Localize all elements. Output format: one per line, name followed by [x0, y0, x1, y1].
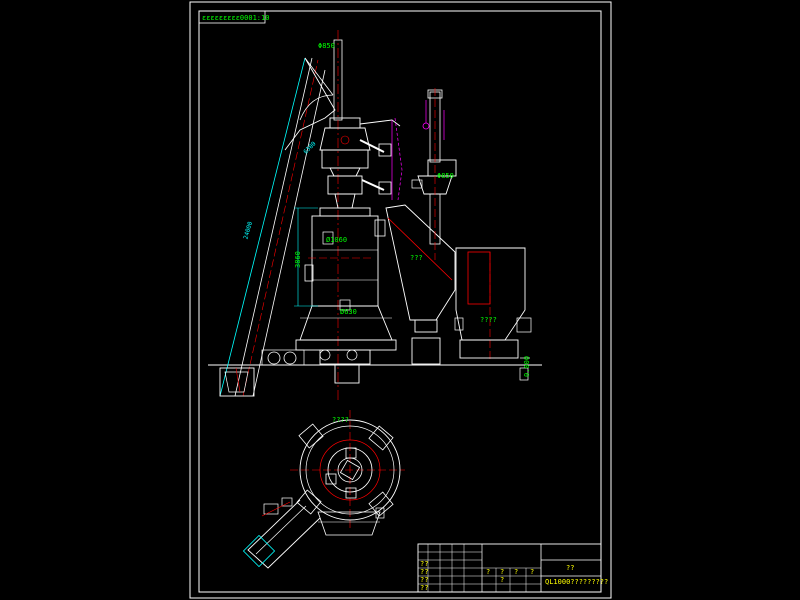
hopper-mid-label: ??? [410, 254, 423, 262]
title-row-label-1: ?? [420, 560, 428, 568]
title-mid-cell-3: ? [514, 568, 518, 576]
title-mid-cell-5: ? [500, 576, 504, 584]
pipe-right-label: Φ850 [437, 172, 454, 180]
title-row-label-3: ?? [420, 576, 428, 584]
title-cell: ?? [566, 564, 574, 572]
ground-level-label: 0.000 [523, 356, 531, 377]
silo [454, 247, 532, 360]
plan-view [242, 410, 405, 569]
title-row-label-2: ?? [420, 568, 428, 576]
title-row-label-4: ?? [420, 584, 428, 592]
mill-body [294, 207, 397, 384]
outer-frame [189, 1, 612, 599]
silo-label: ???? [480, 316, 497, 324]
ground-level-marker: 0.000 [519, 356, 531, 381]
conveyor-long-label: 24000 [242, 220, 254, 240]
cad-drawing-canvas: ɛɛɛɛɛɛɛɛɛ0001:10 0.000 24000 6300 Φ850 Ø… [189, 1, 612, 599]
conveyor-mid-label: 6300 [302, 140, 317, 155]
inclined-conveyor [219, 57, 336, 397]
title-mid-cell-2: ? [500, 568, 504, 576]
drawing-number: QL1000????????? [545, 578, 608, 586]
top-pipe-label: Φ850 [318, 42, 335, 50]
mill-base-label: Ø630 [340, 308, 357, 316]
mill-body-label: Ø1060 [326, 236, 347, 244]
title-mid-cell-1: ? [486, 568, 490, 576]
title-mid-cell-4: ? [530, 568, 534, 576]
plan-top-label: ???? [332, 416, 349, 424]
classifier-head [319, 117, 403, 209]
top-pipe [333, 30, 343, 400]
inner-frame [198, 10, 602, 593]
mill-height-label: 3860 [294, 251, 302, 268]
header-label: ɛɛɛɛɛɛɛɛɛ0001:10 [202, 14, 269, 22]
